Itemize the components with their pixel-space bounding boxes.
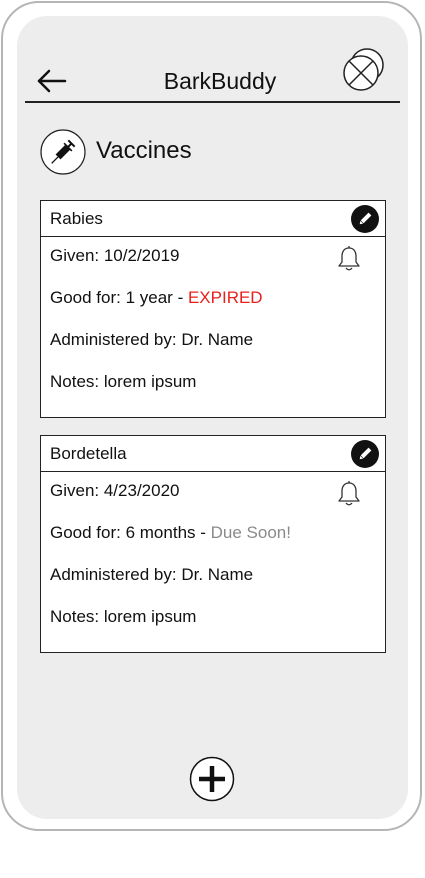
- vaccine-card-header: Bordetella: [41, 436, 385, 472]
- close-circle-icon: [343, 48, 384, 91]
- notes: Notes: lorem ipsum: [50, 607, 197, 626]
- edit-vaccine-button[interactable]: [351, 205, 379, 233]
- reminder-bell-button[interactable]: [337, 245, 361, 273]
- edit-vaccine-button[interactable]: [351, 440, 379, 468]
- vaccine-card: Rabies Given: 10/2/2019 Good for: 1 year…: [40, 200, 386, 418]
- bell-icon: [338, 481, 360, 506]
- status-due-soon: Due Soon!: [210, 523, 291, 542]
- good-for-row: Good for: 1 year - EXPIRED: [50, 288, 263, 308]
- given-date: Given: 10/2/2019: [50, 246, 180, 265]
- pencil-icon: [351, 440, 379, 468]
- administered-by: Administered by: Dr. Name: [50, 565, 254, 584]
- administered-by: Administered by: Dr. Name: [50, 330, 254, 349]
- vaccine-name: Rabies: [50, 209, 103, 228]
- reminder-bell-button[interactable]: [337, 480, 361, 508]
- menu-button[interactable]: [340, 48, 388, 96]
- header-divider: [25, 101, 400, 103]
- vaccine-card: Bordetella Given: 4/23/2020 Good for: 6 …: [40, 435, 386, 653]
- syringe-icon: [40, 129, 86, 175]
- pencil-icon: [351, 205, 379, 233]
- good-for-duration: Good for: 6 months -: [50, 523, 211, 542]
- good-for-duration: Good for: 1 year -: [50, 288, 188, 307]
- vaccine-card-header: Rabies: [41, 201, 385, 237]
- app-header: BarkBuddy: [0, 0, 425, 104]
- vaccine-name: Bordetella: [50, 444, 127, 463]
- section-title: Vaccines: [96, 137, 192, 164]
- notes: Notes: lorem ipsum: [50, 372, 197, 391]
- add-vaccine-button[interactable]: [189, 756, 235, 802]
- given-date: Given: 4/23/2020: [50, 481, 180, 500]
- good-for-row: Good for: 6 months - Due Soon!: [50, 523, 291, 543]
- bell-icon: [338, 246, 360, 271]
- status-expired: EXPIRED: [187, 288, 263, 307]
- section-icon-badge: [40, 129, 86, 175]
- plus-circle-icon: [189, 756, 235, 802]
